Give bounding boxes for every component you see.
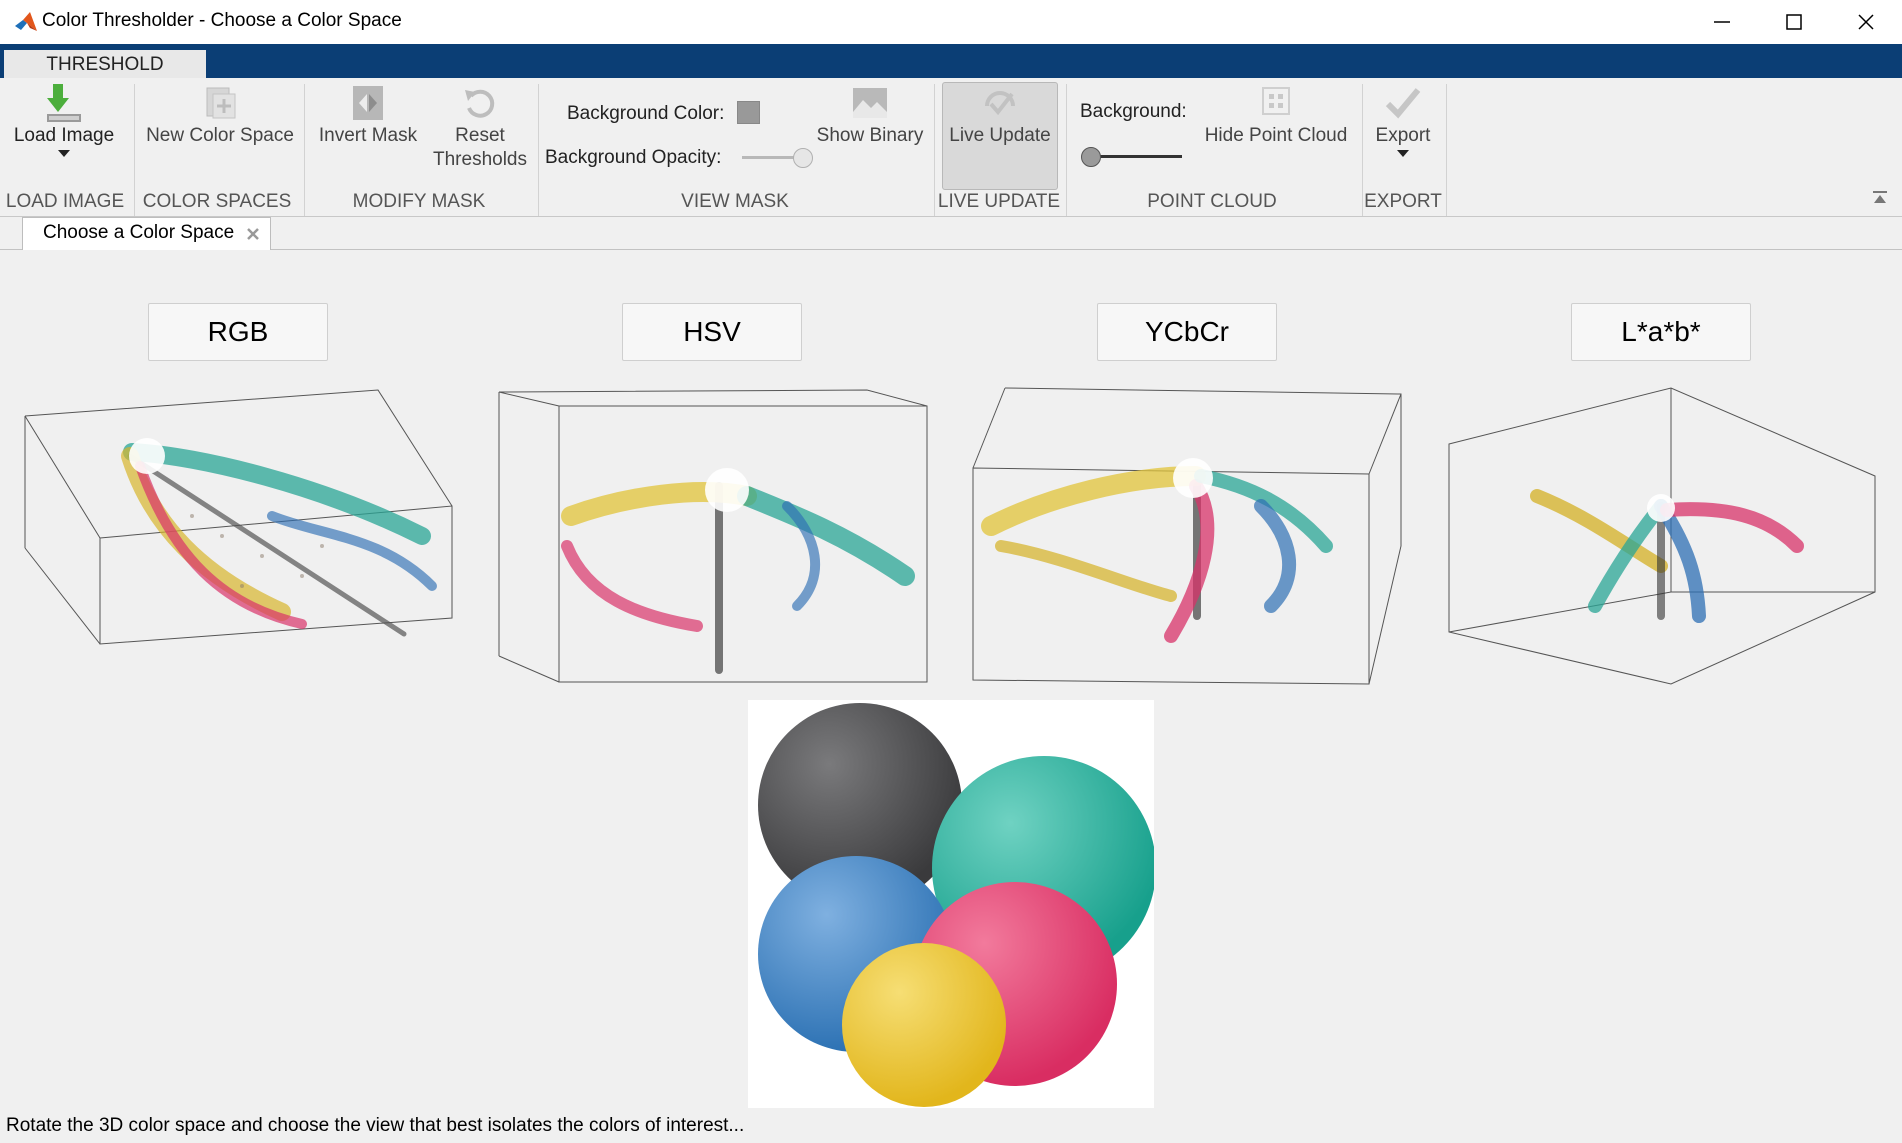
group-label-point-cloud: POINT CLOUD (1147, 191, 1277, 212)
point-cloud-background-label: Background: (1080, 101, 1187, 122)
group-divider (134, 84, 135, 216)
chevron-down-icon (58, 150, 70, 157)
new-color-space-label: New Color Space (146, 125, 294, 146)
color-thresholder-window: Color Thresholder - Choose a Color Space… (0, 0, 1902, 1143)
matlab-logo-icon (15, 12, 37, 31)
rgb-point-cloud-plot[interactable] (22, 386, 458, 682)
group-label-view-mask: VIEW MASK (681, 191, 789, 212)
tab-choose-color-space[interactable]: Choose a Color Space (22, 217, 271, 250)
point-cloud-background-slider-handle[interactable] (1081, 147, 1101, 167)
hide-point-cloud-button[interactable]: Hide Point Cloud (1196, 82, 1356, 148)
hsv-button[interactable]: HSV (622, 303, 802, 361)
input-image-preview (748, 700, 1154, 1108)
group-divider (304, 84, 305, 216)
window-title: Color Thresholder - Choose a Color Space (42, 10, 402, 31)
document-tab-bar: Choose a Color Space (0, 217, 1902, 250)
reset-thresholds-label-line2: Thresholds (433, 149, 527, 170)
status-bar: Rotate the 3D color space and choose the… (0, 1114, 1902, 1143)
title-bar: Color Thresholder - Choose a Color Space (0, 0, 1902, 44)
group-label-color-spaces: COLOR SPACES (142, 191, 292, 212)
minimize-button[interactable] (1686, 0, 1758, 44)
live-update-icon (985, 91, 1015, 116)
reset-thresholds-button[interactable]: Reset Thresholds (428, 82, 532, 172)
close-window-button[interactable] (1830, 0, 1902, 44)
maximize-button[interactable] (1758, 0, 1830, 44)
reset-thresholds-label-line1: Reset (455, 125, 505, 146)
rgb-button[interactable]: RGB (148, 303, 328, 361)
export-label: Export (1375, 125, 1431, 146)
minimize-icon (1714, 21, 1730, 23)
lab-button[interactable]: L*a*b* (1571, 303, 1751, 361)
choose-color-space-panel: RGB HSV YCbCr L*a*b* (0, 250, 1902, 1116)
maximize-icon (1786, 14, 1802, 30)
tab-label: Choose a Color Space (43, 222, 235, 243)
reset-icon (465, 89, 495, 118)
yellow-ball (842, 943, 1006, 1107)
group-label-export: EXPORT (1364, 191, 1442, 212)
export-button[interactable]: Export (1370, 82, 1436, 157)
group-divider (1066, 84, 1067, 216)
background-color-label: Background Color: (567, 103, 725, 124)
invert-mask-icon (353, 86, 383, 120)
background-color-swatch[interactable] (737, 101, 760, 124)
hide-point-cloud-icon (1262, 87, 1290, 115)
status-message: Rotate the 3D color space and choose the… (6, 1115, 745, 1136)
load-image-button[interactable]: Load Image (10, 82, 118, 157)
live-update-label: Live Update (949, 125, 1051, 146)
show-binary-icon (853, 88, 887, 118)
ribbon-tab-strip: THRESHOLD (0, 44, 1902, 78)
live-update-toggle[interactable]: Live Update (944, 82, 1056, 148)
group-divider (1362, 84, 1363, 216)
new-color-space-button[interactable]: New Color Space (142, 82, 298, 148)
invert-mask-label: Invert Mask (318, 125, 418, 146)
close-tab-icon[interactable] (245, 226, 261, 242)
hide-point-cloud-label: Hide Point Cloud (1204, 125, 1348, 146)
load-image-label: Load Image (13, 125, 115, 146)
lab-point-cloud-plot[interactable] (1447, 386, 1879, 686)
group-divider (934, 84, 935, 216)
export-check-icon (1385, 88, 1421, 119)
tab-threshold[interactable]: THRESHOLD (4, 50, 206, 78)
group-label-load-image: LOAD IMAGE (5, 191, 125, 212)
show-binary-label: Show Binary (816, 125, 924, 146)
show-binary-button[interactable]: Show Binary (814, 82, 926, 148)
group-divider (538, 84, 539, 216)
ycbcr-button[interactable]: YCbCr (1097, 303, 1277, 361)
background-opacity-slider-handle[interactable] (793, 148, 813, 168)
load-image-icon (47, 84, 81, 122)
group-divider (1446, 84, 1447, 216)
ycbcr-point-cloud-plot[interactable] (971, 386, 1405, 686)
point-cloud-background-slider-track[interactable] (1090, 155, 1182, 158)
chevron-down-icon (1397, 150, 1409, 157)
close-icon (1858, 14, 1874, 30)
hsv-point-cloud-plot[interactable] (497, 386, 929, 686)
invert-mask-button[interactable]: Invert Mask (314, 82, 422, 148)
background-opacity-label: Background Opacity: (545, 147, 722, 168)
group-label-modify-mask: MODIFY MASK (352, 191, 486, 212)
collapse-toolstrip-icon[interactable] (1872, 190, 1888, 206)
ribbon-toolstrip: Load Image LOAD IMAGE New Color Space CO… (0, 78, 1902, 217)
group-label-live-update: LIVE UPDATE (937, 191, 1061, 212)
new-color-space-icon (206, 87, 236, 119)
